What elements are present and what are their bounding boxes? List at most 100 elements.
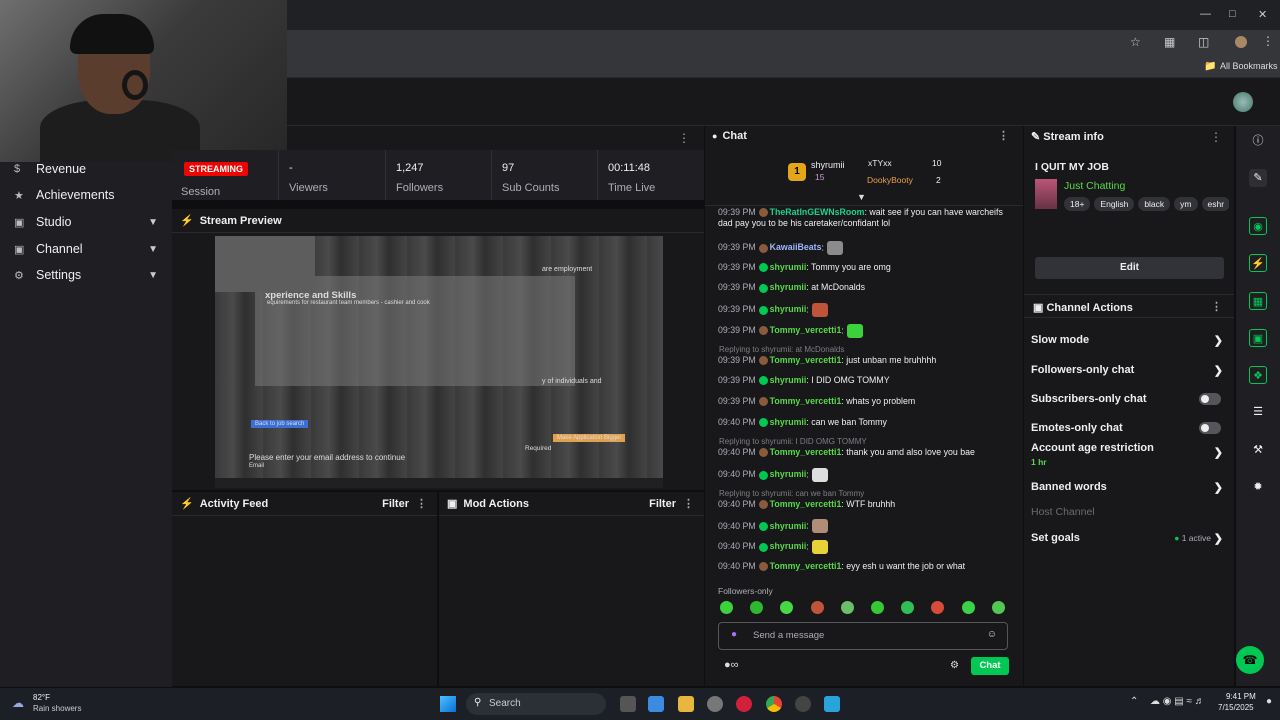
sidebar-item-settings[interactable]: ⚙ Settings ▼ [0,262,172,288]
document-icon[interactable]: ▦ [1249,292,1267,310]
file-explorer-icon[interactable] [678,696,694,712]
star-icon[interactable]: ☆ [1130,35,1141,49]
message-username[interactable]: shyrumii [770,304,807,314]
tag[interactable]: ym [1174,197,1198,211]
message-username[interactable]: shyrumii [770,469,807,479]
chat-message[interactable]: 09:39 PM shyrumii: Tommy you are omg [718,262,1013,273]
mic-icon[interactable]: ● [731,629,737,640]
message-username[interactable]: KawaiiBeats [770,242,822,252]
chat-message[interactable]: 09:39 PM Tommy_vercetti1: just unban me b… [718,355,1013,366]
list-icon[interactable]: ☰ [1249,403,1267,421]
minimize-icon[interactable]: — [1200,8,1211,20]
windows-start-icon[interactable] [440,696,456,712]
profile-avatar[interactable] [1235,36,1247,48]
subscribers-only-toggle[interactable] [1199,393,1221,405]
chat-message[interactable]: 09:40 PM shyrumii: [718,540,1013,555]
tag[interactable]: 18+ [1064,197,1091,211]
chat-message[interactable]: 09:40 PM Tommy_vercetti1: thank you amd a… [718,447,1013,458]
camera-icon[interactable]: ◉ [1249,217,1267,235]
message-username[interactable]: shyrumii [770,375,807,385]
extensions-icon[interactable]: ▦ [1164,35,1175,49]
help-button[interactable]: ☎ [1236,646,1264,674]
sidebar-item-studio[interactable]: ▣ Studio ▼ [0,209,172,235]
copilot-icon[interactable] [648,696,664,712]
lightning-icon[interactable]: ⚡ [1249,254,1267,272]
filter-button[interactable]: Filter [382,498,409,510]
chat-message[interactable]: 09:40 PM shyrumii: [718,468,1013,482]
quick-emote[interactable] [991,601,1005,614]
message-username[interactable]: shyrumii [770,541,807,551]
tray-icons[interactable]: ☁ ◉ ▤ ≈ ♬ [1150,696,1205,707]
chat-icon[interactable]: ▣ [1249,329,1267,347]
chat-message[interactable]: 09:39 PM shyrumii: [718,303,1013,318]
taskbar-search[interactable]: ⚲ Search [466,693,606,715]
quick-emote[interactable] [780,601,794,614]
sidepanel-icon[interactable]: ◫ [1198,35,1209,49]
message-username[interactable]: shyrumii [770,417,807,427]
kebab-icon[interactable]: ⋮ [1210,130,1222,144]
all-bookmarks-link[interactable]: All Bookmarks [1220,61,1278,71]
clock-date[interactable]: 7/15/2025 [1218,703,1254,712]
chrome-icon[interactable] [766,696,782,712]
message-username[interactable]: Tommy_vercetti1 [770,499,842,509]
kebab-icon[interactable]: ⋮ [678,131,690,145]
filter-button[interactable]: Filter [649,498,676,510]
chat-message[interactable]: 09:40 PM shyrumii: can we ban Tommy [718,417,1013,428]
sidebar-item-revenue[interactable]: $ Revenue [0,156,172,182]
message-username[interactable]: TheRatInGEWNsRoom [770,207,865,217]
message-username[interactable]: Tommy_vercetti1 [770,447,842,457]
tray-chevron-icon[interactable]: ⌃ [1130,696,1138,707]
chat-message[interactable]: 09:40 PM Tommy_vercetti1: WTF bruhhh [718,499,1013,510]
action-set-goals[interactable]: Set goals ● 1 active ❯ [1031,527,1227,549]
message-username[interactable]: Tommy_vercetti1 [770,561,842,571]
task-view-icon[interactable] [620,696,636,712]
category-name[interactable]: Just Chatting [1064,180,1125,192]
chat-message[interactable]: 09:39 PM TheRatInGEWNsRoom: wait see if y… [718,207,1013,229]
leader-second-user[interactable]: xTYxx [868,158,892,168]
leader-first-user[interactable]: shyrumii [811,160,845,170]
quick-emote[interactable] [901,601,915,614]
chat-message[interactable]: 09:39 PM shyrumii: I DID OMG TOMMY [718,375,1013,386]
quick-emote[interactable] [720,601,733,614]
sidebar-item-channel[interactable]: ▣ Channel ▼ [0,236,172,262]
chat-settings-icon[interactable]: ⚙ [950,660,959,671]
browser-menu-icon[interactable]: ⋮ [1262,34,1274,48]
action-banned-words[interactable]: Banned words ❯ [1031,476,1227,498]
clock-time[interactable]: 9:41 PM [1226,692,1256,701]
tag[interactable]: black [1138,197,1171,211]
chat-send-button[interactable]: Chat [971,657,1009,675]
edit-stream-button[interactable]: Edit [1035,257,1224,279]
kebab-icon[interactable]: ⋮ [998,129,1009,142]
wrench-icon[interactable]: ⚒ [1249,441,1267,459]
info-icon[interactable]: ⓘ [1249,132,1267,150]
tag[interactable]: English [1094,197,1135,211]
stream-preview-video[interactable]: xperience and Skills equirements for res… [215,236,663,488]
leader-third-user[interactable]: DookyBooty [867,175,913,185]
settings-app-icon[interactable] [707,696,723,712]
app-icon[interactable] [824,696,840,712]
action-followers-only[interactable]: Followers-only chat ❯ [1031,359,1227,381]
extensions-icon[interactable]: ✹ [1249,478,1267,496]
points-icon[interactable]: ●∞ [724,659,739,671]
message-username[interactable]: shyrumii [770,521,807,531]
action-account-age[interactable]: Account age restriction 1 hr ❯ [1031,442,1227,472]
emoji-icon[interactable]: ☺ [987,629,997,640]
kebab-icon[interactable]: ⋮ [1211,300,1222,313]
action-slow-mode[interactable]: Slow mode ❯ [1031,329,1227,351]
chat-message[interactable]: 09:39 PM KawaiiBeats: [718,241,1013,255]
broadcast-icon[interactable]: ❖ [1249,366,1267,384]
record-app-icon[interactable] [736,696,752,712]
message-username[interactable]: Tommy_vercetti1 [770,325,842,335]
quick-emote[interactable] [961,601,975,614]
expand-leaderboard-icon[interactable]: ▼ [857,192,866,202]
notification-icon[interactable]: ● [1266,696,1272,707]
obs-icon[interactable] [795,696,811,712]
chat-message[interactable]: 09:40 PM Tommy_vercetti1: eyy esh u want … [718,561,1013,572]
kebab-icon[interactable]: ⋮ [683,497,694,510]
quick-emote[interactable] [840,601,854,614]
quick-emote[interactable] [871,601,884,614]
pencil-icon[interactable]: ✎ [1249,169,1267,187]
message-username[interactable]: shyrumii [770,262,807,272]
chat-message[interactable]: 09:39 PM shyrumii: at McDonalds [718,282,1013,293]
message-username[interactable]: Tommy_vercetti1 [770,355,842,365]
